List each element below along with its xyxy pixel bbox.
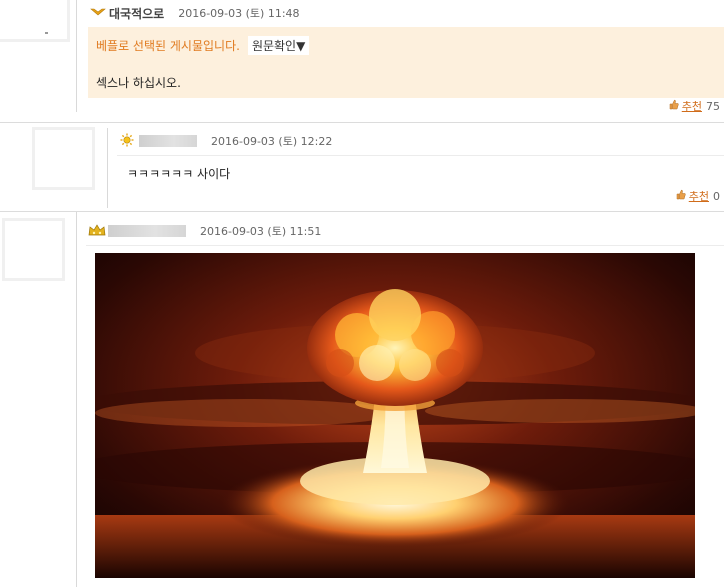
divider: [0, 211, 724, 212]
recommend-count: 75: [706, 99, 720, 113]
recommend-button[interactable]: 추천: [682, 98, 702, 114]
thumbs-up-icon[interactable]: [676, 189, 686, 203]
best-notice: 베플로 선택된 게시물입니다.: [96, 39, 240, 53]
recommend-button[interactable]: 추천: [689, 188, 709, 204]
avatar: [2, 218, 65, 281]
avatar: [32, 127, 95, 190]
nuclear-explosion-image: [95, 253, 695, 578]
gold-badge-icon: [90, 6, 106, 21]
recommend-area: 추천 0: [676, 188, 720, 204]
attached-image[interactable]: [95, 253, 695, 578]
thread-line: [76, 212, 77, 587]
thread-line: [76, 0, 77, 112]
comment-nickname-blurred: [108, 225, 186, 237]
recommend-area: 추천 75: [669, 98, 720, 114]
comment-nickname[interactable]: 대국적으로: [109, 5, 164, 22]
header-divider: [86, 245, 724, 246]
comment-header: 2016-09-03 (토) 11:51: [88, 219, 321, 243]
header-divider: [117, 155, 724, 156]
recommend-count: 0: [713, 189, 720, 203]
thumbs-up-icon[interactable]: [669, 99, 679, 113]
divider: [0, 122, 724, 123]
comment-date: 2016-09-03 (토) 11:48: [178, 7, 300, 20]
gold-crown-badge-icon: [88, 223, 106, 240]
thread-line: [107, 128, 108, 208]
comment-body: ㅋㅋㅋㅋㅋㅋ 사이다: [127, 167, 231, 181]
best-comment-box: 베플로 선택된 게시물입니다. 원문확인▼ 섹스나 하십시오.: [88, 27, 724, 98]
comment-body: 섹스나 하십시오.: [96, 76, 181, 90]
comment-header: 대국적으로 2016-09-03 (토) 11:48: [90, 1, 300, 25]
comment-date: 2016-09-03 (토) 12:22: [211, 135, 333, 148]
avatar-dot: [45, 32, 48, 34]
sun-badge-icon: [120, 133, 134, 150]
comment-nickname-blurred: [139, 135, 197, 147]
avatar: [0, 0, 70, 42]
comment-date: 2016-09-03 (토) 11:51: [200, 225, 322, 238]
view-original-button[interactable]: 원문확인▼: [247, 36, 310, 55]
comment-header: 2016-09-03 (토) 12:22: [120, 129, 332, 153]
